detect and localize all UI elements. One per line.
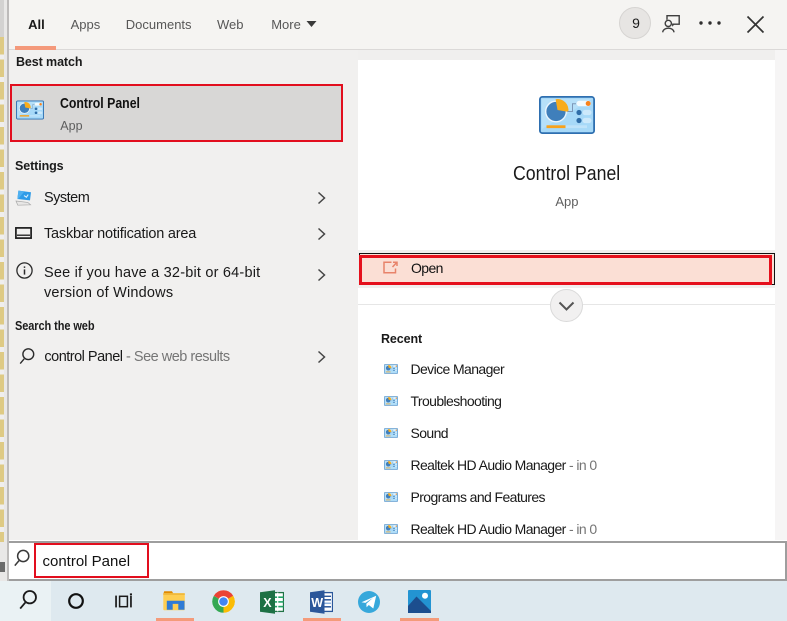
svg-text:X: X [263,596,272,610]
svg-text:W: W [311,595,323,609]
